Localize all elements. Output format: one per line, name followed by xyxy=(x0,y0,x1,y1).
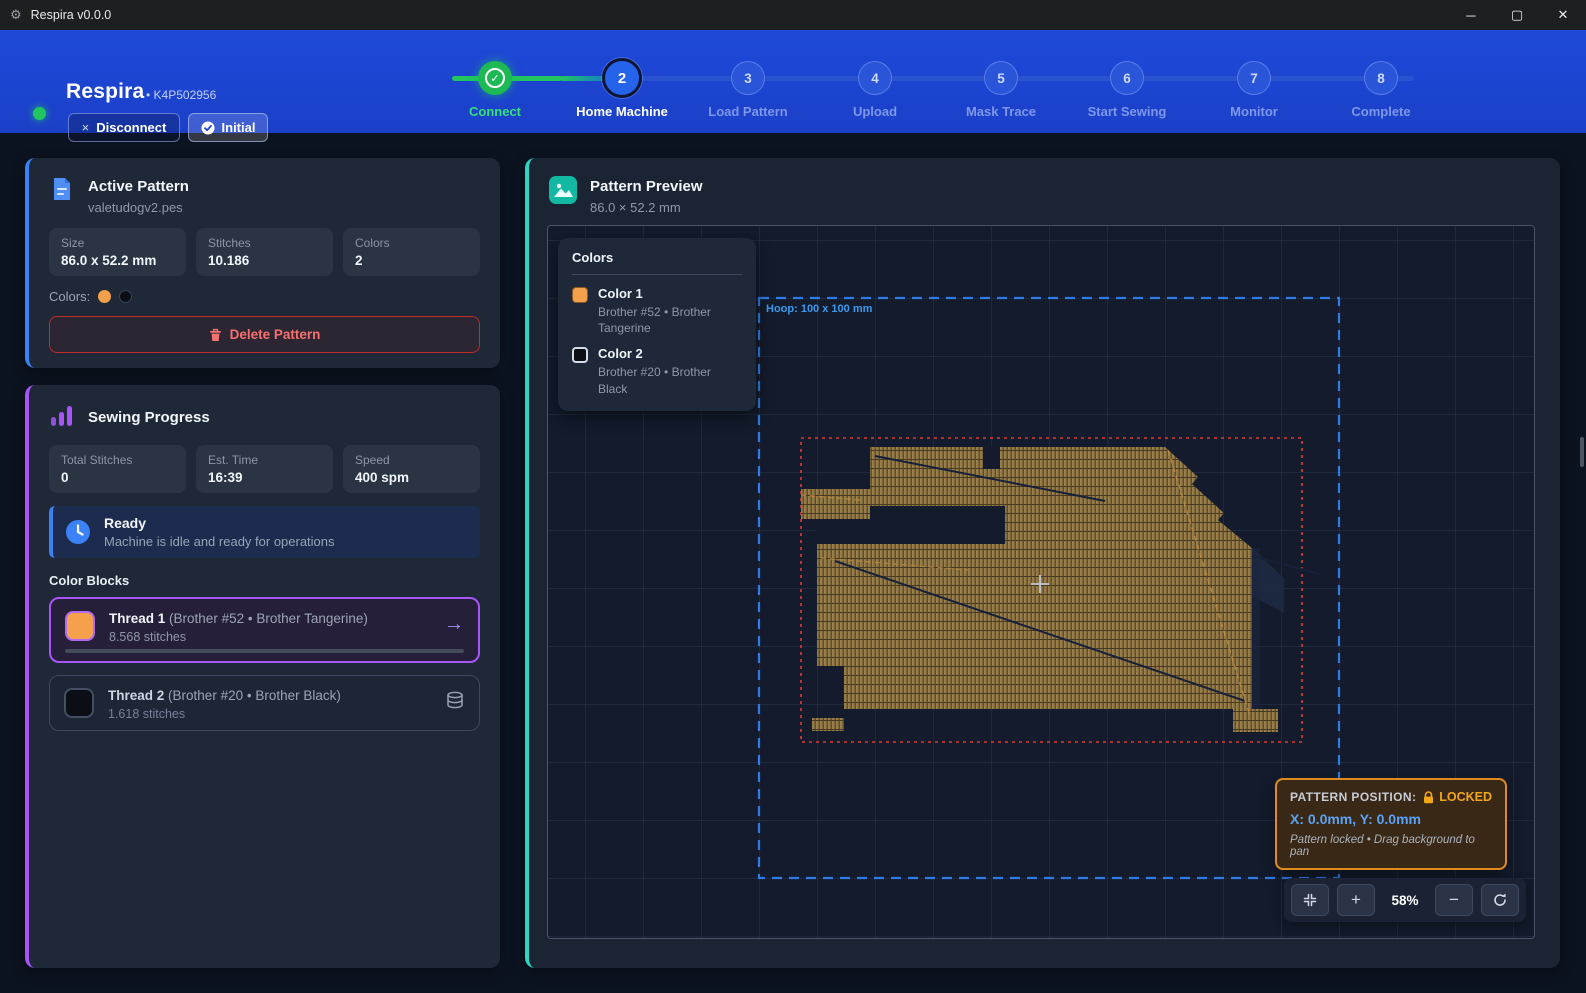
maximize-button[interactable]: ▢ xyxy=(1494,0,1540,30)
step-number: 3 xyxy=(731,61,765,95)
step-connect[interactable]: ✓ Connect xyxy=(433,61,557,119)
zoom-level: 58% xyxy=(1383,893,1427,908)
thread-2-stitches: 1.618 stitches xyxy=(108,707,341,721)
minimize-button[interactable]: ─ xyxy=(1448,0,1494,30)
step-upload[interactable]: 4 Upload xyxy=(813,61,937,119)
close-button[interactable]: ✕ xyxy=(1540,0,1586,30)
stat-est-time: Est. Time 16:39 xyxy=(196,445,333,493)
zoom-in-button[interactable]: + xyxy=(1337,884,1375,916)
status-title: Ready xyxy=(104,515,335,531)
pattern-position-overlay: PATTERN POSITION: LOCKED X: 0.0mm, Y: 0.… xyxy=(1275,778,1507,870)
lock-icon xyxy=(1423,791,1434,804)
stat-speed: Speed 400 spm xyxy=(343,445,480,493)
card-title: Sewing Progress xyxy=(88,409,210,426)
clock-icon xyxy=(65,519,91,545)
locked-badge: LOCKED xyxy=(1439,790,1492,804)
thread-1-swatch xyxy=(65,611,95,641)
status-description: Machine is idle and ready for operations xyxy=(104,534,335,549)
thread-1-progress-bar xyxy=(65,649,464,653)
sewing-progress-card: Sewing Progress Total Stitches 0 Est. Ti… xyxy=(25,385,500,968)
refresh-icon xyxy=(1492,892,1508,908)
pattern-preview-card: Pattern Preview 86.0 × 52.2 mm xyxy=(525,158,1560,968)
window-title: Respira v0.0.0 xyxy=(31,8,112,22)
connection-status-dot xyxy=(33,107,46,120)
step-complete[interactable]: 8 Complete xyxy=(1319,61,1443,119)
hoop-label: Hoop: 100 x 100 mm xyxy=(766,303,873,315)
brand-title: Respira xyxy=(66,80,144,104)
layers-icon xyxy=(445,690,465,715)
bar-chart-icon xyxy=(49,403,75,429)
stat-stitches: Stitches 10.186 xyxy=(196,228,333,276)
step-mask-trace[interactable]: 5 Mask Trace xyxy=(939,61,1063,119)
initial-button[interactable]: Initial xyxy=(188,113,268,142)
colors-label: Colors: xyxy=(49,289,90,304)
stat-colors: Colors 2 xyxy=(343,228,480,276)
position-hint: Pattern locked • Drag background to pan xyxy=(1290,834,1492,858)
step-load-pattern[interactable]: 3 Load Pattern xyxy=(686,61,810,119)
titlebar[interactable]: ⚙ Respira v0.0.0 ─ ▢ ✕ xyxy=(0,0,1586,30)
active-pattern-card: Active Pattern valetudogv2.pes Size 86.0… xyxy=(25,158,500,368)
step-number: 2 xyxy=(602,58,642,98)
delete-pattern-button[interactable]: Delete Pattern xyxy=(49,316,480,353)
machine-status-banner: Ready Machine is idle and ready for oper… xyxy=(49,506,480,558)
machine-serial: • K4P502956 xyxy=(146,88,216,102)
stat-total-stitches: Total Stitches 0 xyxy=(49,445,186,493)
thread-1-stitches: 8.568 stitches xyxy=(109,630,368,644)
image-icon xyxy=(549,176,577,204)
zoom-toolbar: + 58% − xyxy=(1284,878,1526,922)
step-start-sewing[interactable]: 6 Start Sewing xyxy=(1065,61,1189,119)
step-number: 4 xyxy=(858,61,892,95)
step-home-machine[interactable]: 2 Home Machine xyxy=(560,61,684,119)
colors-legend: Colors Color 1 Brother #52 • Brother Tan… xyxy=(558,238,756,411)
card-title: Active Pattern xyxy=(88,178,189,195)
stat-size: Size 86.0 x 52.2 mm xyxy=(49,228,186,276)
pattern-dimensions: 86.0 × 52.2 mm xyxy=(590,200,703,215)
color-swatch-black xyxy=(119,290,132,303)
scrollbar-thumb[interactable] xyxy=(1580,437,1584,467)
step-check-icon: ✓ xyxy=(478,61,512,95)
position-title: PATTERN POSITION: xyxy=(1290,790,1416,804)
trash-icon xyxy=(209,328,222,342)
position-coordinates: X: 0.0mm, Y: 0.0mm xyxy=(1290,811,1492,827)
refresh-view-button[interactable] xyxy=(1481,884,1519,916)
x-icon: × xyxy=(82,120,90,135)
check-circle-icon xyxy=(201,121,215,135)
app-icon: ⚙ xyxy=(10,7,22,23)
step-number: 7 xyxy=(1237,61,1271,95)
legend-swatch-orange xyxy=(572,287,588,303)
legend-swatch-black xyxy=(572,347,588,363)
step-number: 6 xyxy=(1110,61,1144,95)
legend-color-2: Color 2 Brother #20 • Brother Black xyxy=(572,346,742,396)
card-title: Pattern Preview xyxy=(590,178,703,195)
thread-2-block[interactable]: Thread 2 (Brother #20 • Brother Black) 1… xyxy=(49,675,480,731)
arrow-right-icon[interactable]: → xyxy=(444,613,464,636)
document-icon xyxy=(49,176,75,202)
legend-title: Colors xyxy=(572,250,742,265)
color-swatch-orange xyxy=(98,290,111,303)
preview-canvas[interactable]: Hoop: 100 x 100 mm xyxy=(547,225,1535,939)
step-number: 8 xyxy=(1364,61,1398,95)
color-blocks-label: Color Blocks xyxy=(49,573,480,588)
fit-view-button[interactable] xyxy=(1291,884,1329,916)
thread-2-swatch xyxy=(64,688,94,718)
app-window: ⚙ Respira v0.0.0 ─ ▢ ✕ Respira • K4P5029… xyxy=(0,0,1586,993)
step-number: 5 xyxy=(984,61,1018,95)
app-header: Respira • K4P502956 × Disconnect Initial… xyxy=(0,30,1586,133)
compress-icon xyxy=(1302,892,1318,908)
legend-color-1: Color 1 Brother #52 • Brother Tangerine xyxy=(572,286,742,336)
step-monitor[interactable]: 7 Monitor xyxy=(1192,61,1316,119)
thread-1-block[interactable]: Thread 1 (Brother #52 • Brother Tangerin… xyxy=(49,597,480,663)
zoom-out-button[interactable]: − xyxy=(1435,884,1473,916)
pattern-filename: valetudogv2.pes xyxy=(88,200,189,215)
disconnect-button[interactable]: × Disconnect xyxy=(68,113,180,142)
